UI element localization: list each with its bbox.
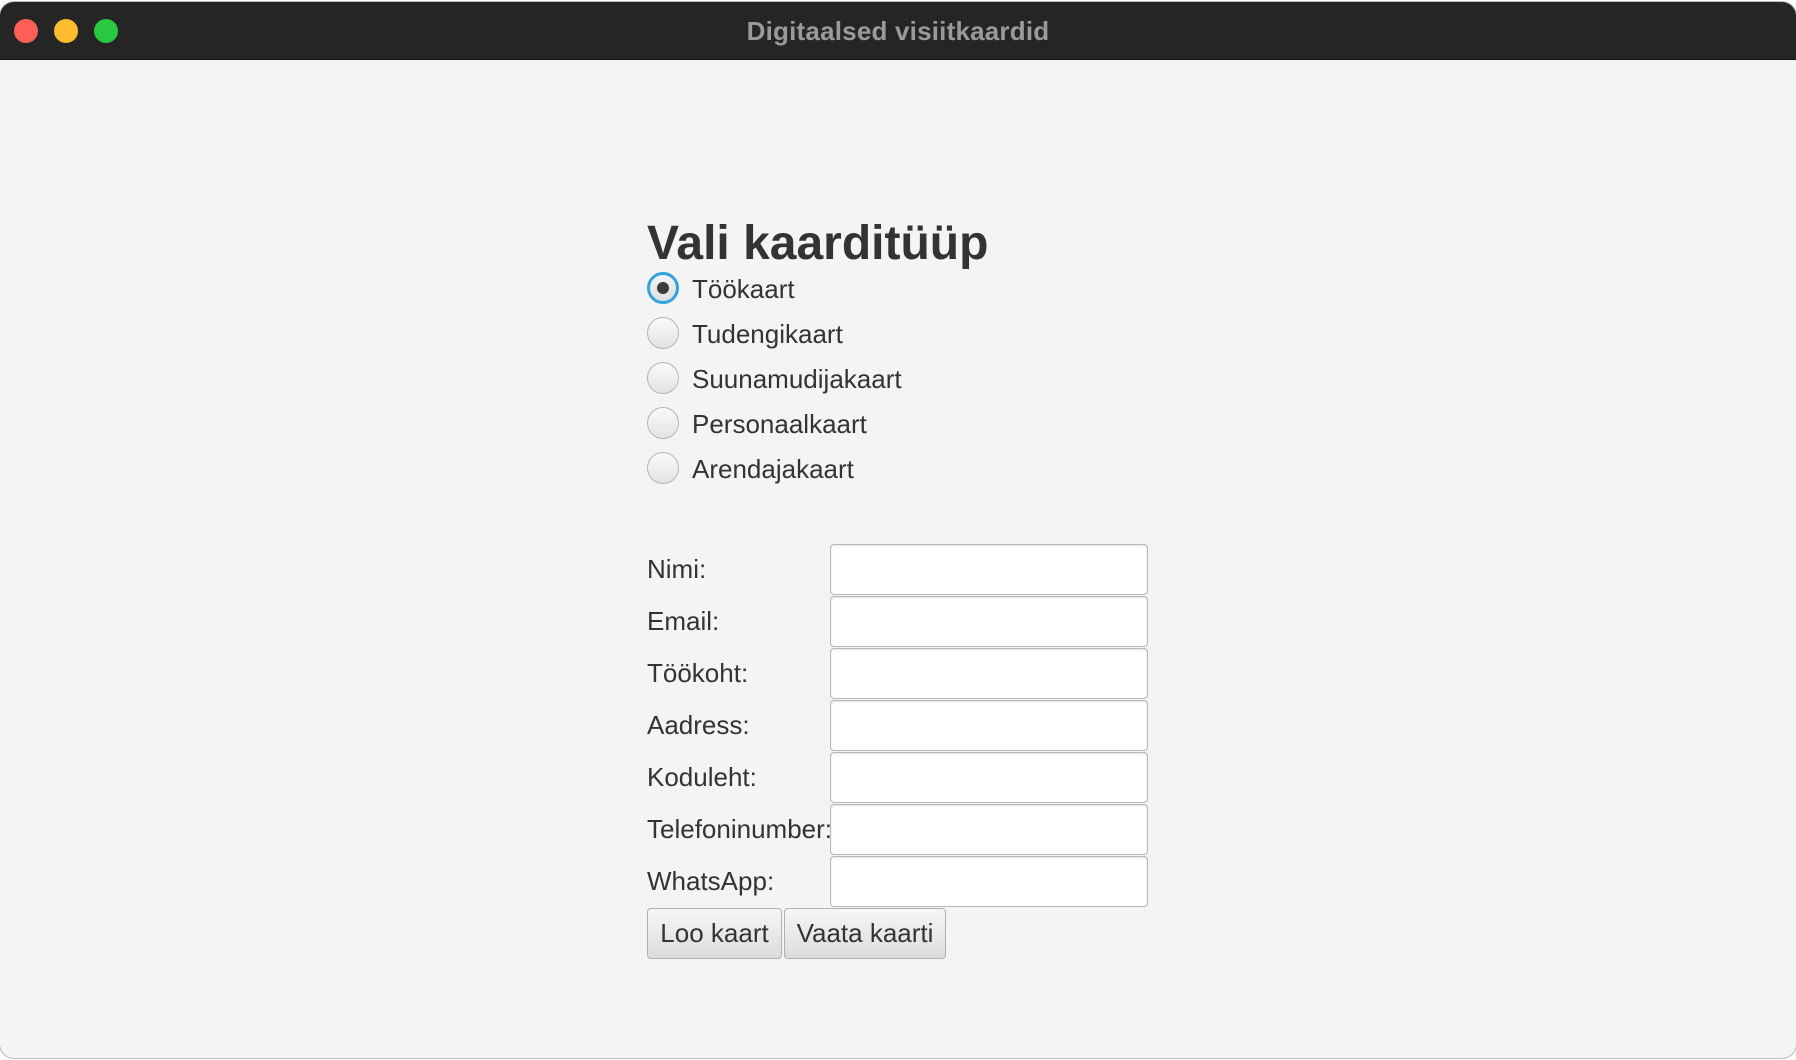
workplace-input[interactable] [830,648,1148,699]
name-input[interactable] [830,544,1148,595]
address-label: Aadress: [647,710,750,740]
email-label: Email: [647,606,720,636]
radio-button-selected[interactable] [647,272,679,304]
phone-label: Telefoninumber: [647,814,832,844]
whatsapp-label: WhatsApp: [647,866,775,896]
content-area: Vali kaarditüüp Töökaart Tudengikaart Su… [0,60,1796,1058]
email-input[interactable] [830,596,1148,647]
app-window: Digitaalsed visiitkaardid Vali kaarditüü… [0,2,1796,1058]
radio-label[interactable]: Arendajakaart [692,454,854,484]
workplace-label: Töökoht: [647,658,749,688]
title-bar[interactable]: Digitaalsed visiitkaardid [0,2,1796,60]
radio-label[interactable]: Personaalkaart [692,409,867,439]
radio-label[interactable]: Töökaart [692,274,795,304]
whatsapp-input[interactable] [830,856,1148,907]
card-type-heading: Vali kaarditüüp [647,217,989,270]
window-title: Digitaalsed visiitkaardid [746,16,1050,46]
phone-input[interactable] [830,804,1148,855]
radio-label[interactable]: Tudengikaart [692,319,843,349]
homepage-label: Koduleht: [647,762,757,792]
create-card-button[interactable]: Loo kaart [647,908,782,959]
radio-label[interactable]: Suunamudijakaart [692,364,902,394]
radio-button[interactable] [647,452,679,484]
radio-button[interactable] [647,362,679,394]
name-label: Nimi: [647,554,707,584]
radio-button[interactable] [647,407,679,439]
radio-button[interactable] [647,317,679,349]
homepage-input[interactable] [830,752,1148,803]
address-input[interactable] [830,700,1148,751]
view-card-button[interactable]: Vaata kaarti [784,908,946,959]
radio-selected-dot [657,282,669,294]
